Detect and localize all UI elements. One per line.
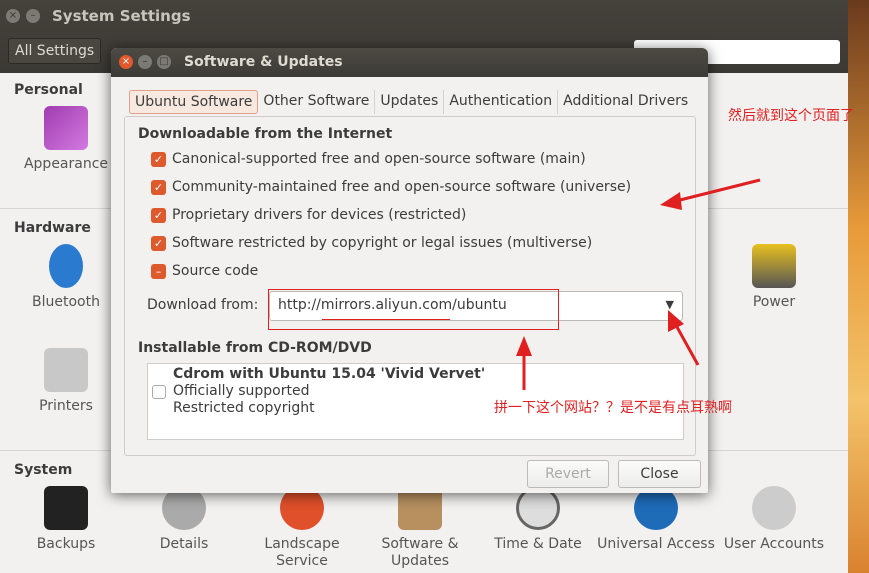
arrow-to-tab	[667, 178, 761, 205]
annotation-note-2: 拼一下这个网站？？是不是有点耳熟啊	[494, 400, 732, 416]
arrowhead	[516, 336, 532, 356]
annotation-note-1: 然后就到这个页面了	[728, 108, 854, 124]
arrowhead	[660, 192, 682, 210]
annotation-arrows	[516, 178, 761, 390]
arrowhead	[668, 310, 684, 332]
